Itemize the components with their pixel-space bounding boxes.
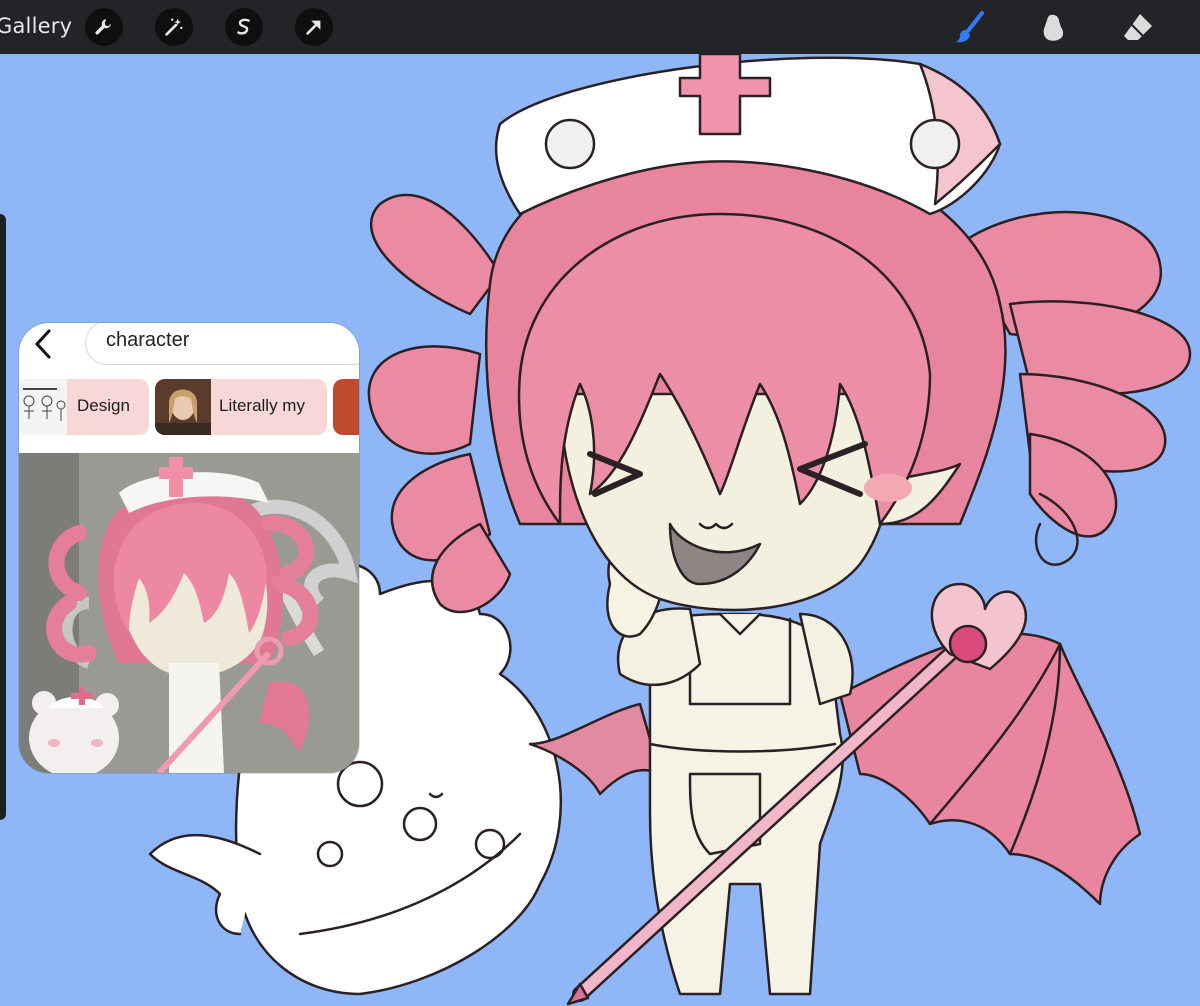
actions-button[interactable] — [85, 8, 123, 46]
brush-icon — [956, 11, 984, 43]
gallery-button[interactable]: Gallery — [0, 14, 72, 38]
search-field[interactable] — [85, 323, 359, 365]
adjustments-button[interactable] — [155, 8, 193, 46]
figure-photo — [19, 453, 359, 773]
selection-s-icon — [237, 18, 250, 35]
suggestion-chips: Design Literally my — [19, 379, 359, 441]
transform-button[interactable] — [295, 8, 333, 46]
wing-right — [838, 632, 1142, 906]
chip-label: Design — [77, 396, 130, 415]
sidebar-handle[interactable] — [0, 214, 6, 820]
selection-button[interactable] — [225, 8, 263, 46]
chip-thumbnail — [19, 379, 67, 435]
smudge-icon — [1043, 14, 1064, 41]
search-input[interactable] — [104, 328, 348, 353]
wrench-icon — [95, 19, 111, 35]
chip-partial[interactable] — [333, 379, 359, 435]
transform-arrow-icon — [306, 20, 321, 35]
top-toolbar: Gallery — [0, 0, 1200, 54]
chip-literally-my[interactable]: Literally my — [155, 379, 327, 435]
magic-wand-icon — [165, 18, 183, 36]
chip-label: Literally my — [219, 396, 305, 415]
eraser-icon — [1124, 14, 1152, 40]
smudge-tool-button[interactable] — [1034, 8, 1074, 48]
chevron-left-icon — [34, 329, 51, 359]
eraser-tool-button[interactable] — [1118, 8, 1158, 48]
chip-thumbnail — [155, 379, 211, 435]
back-button[interactable] — [29, 327, 57, 361]
reference-photo[interactable] — [19, 453, 359, 773]
reference-window[interactable]: Design Literally my — [19, 323, 359, 773]
brush-tool-button[interactable] — [950, 8, 990, 48]
chip-design[interactable]: Design — [19, 379, 149, 435]
